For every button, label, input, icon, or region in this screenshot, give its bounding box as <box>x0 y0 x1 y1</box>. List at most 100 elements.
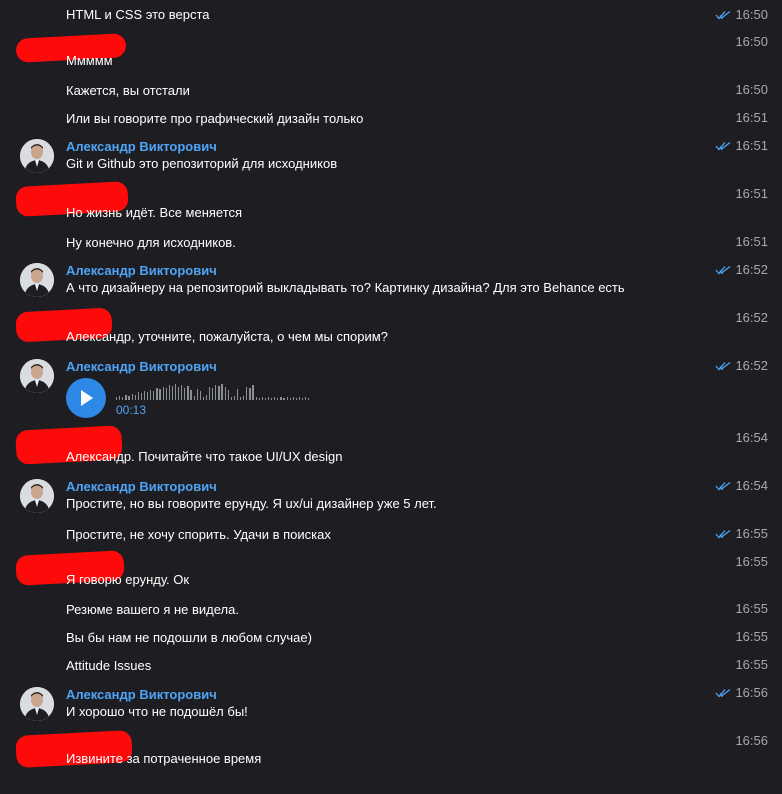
read-checks-icon <box>715 10 731 20</box>
waveform-bar <box>252 385 254 400</box>
message-text: Извините за потраченное время <box>66 751 262 766</box>
message-time: 16:54 <box>735 478 768 493</box>
waveform-bar <box>122 397 124 400</box>
message-text: Простите, но вы говорите ерунду. Я ux/ui… <box>66 496 437 511</box>
waveform-bar <box>209 387 211 400</box>
waveform-bar <box>199 391 201 400</box>
waveform-bar <box>140 393 143 400</box>
waveform-bar <box>156 388 158 400</box>
waveform-bar <box>212 388 214 400</box>
message-text: Git и Github это репозиторий для исходни… <box>66 156 338 171</box>
waveform-bar <box>119 396 121 400</box>
waveform-bar <box>302 398 304 400</box>
sender-name[interactable]: Александр Викторович <box>66 263 217 279</box>
waveform-bar <box>187 386 189 400</box>
waveform-bar <box>289 398 291 400</box>
waveform-bar <box>243 396 245 400</box>
waveform-bar <box>128 396 130 400</box>
waveform-bar <box>205 395 208 400</box>
play-button[interactable] <box>66 378 106 418</box>
avatar[interactable] <box>20 139 54 173</box>
read-checks-icon <box>715 141 731 151</box>
message-time: 16:51 <box>735 138 768 153</box>
avatar[interactable] <box>20 479 54 513</box>
read-checks-icon <box>715 481 731 491</box>
play-icon <box>81 390 93 406</box>
waveform-bar <box>171 386 174 400</box>
user-avatar-icon <box>20 263 54 297</box>
message-time: 16:50 <box>735 7 768 22</box>
waveform-bar <box>174 384 177 400</box>
message-time: 16:56 <box>735 733 768 748</box>
waveform-bar <box>162 387 164 400</box>
waveform-bar <box>168 385 170 400</box>
avatar[interactable] <box>20 359 54 393</box>
waveform-bar <box>178 387 180 400</box>
read-checks-icon <box>715 529 731 539</box>
waveform-bar <box>125 395 127 400</box>
message-meta: 16:50 <box>735 34 768 50</box>
message-text: Александр. Почитайте что такое UI/UX des… <box>66 449 343 464</box>
message-meta: 16:55 <box>735 657 768 673</box>
waveform-bar <box>218 386 220 400</box>
waveform-bar <box>184 388 186 400</box>
avatar[interactable] <box>20 263 54 297</box>
waveform-bar <box>305 397 307 400</box>
message-time: 16:55 <box>735 526 768 541</box>
message-meta: 16:52 <box>735 310 768 326</box>
waveform-bar <box>116 397 118 400</box>
waveform-bar <box>295 398 298 400</box>
message-time: 16:51 <box>735 234 768 249</box>
waveform-bar <box>258 398 260 400</box>
sender-name[interactable]: Александр Викторович <box>66 139 217 155</box>
waveform-bar <box>274 397 276 400</box>
message-meta: 16:51 <box>715 138 768 154</box>
voice-waveform[interactable] <box>116 382 316 400</box>
waveform-bar <box>134 395 136 400</box>
message-time: 16:55 <box>735 657 768 672</box>
waveform-bar <box>181 385 183 400</box>
message-meta: 16:56 <box>735 733 768 749</box>
user-avatar-icon <box>20 479 54 513</box>
message-meta: 16:54 <box>735 430 768 446</box>
message-meta: 16:55 <box>735 601 768 617</box>
message-text: Но жизнь идёт. Все меняется <box>66 205 243 220</box>
message-time: 16:55 <box>735 554 768 569</box>
waveform-bar <box>159 389 161 400</box>
message-text: И хорошо что не подошёл бы! <box>66 704 248 719</box>
waveform-bar <box>255 397 257 400</box>
message-text: Вы бы нам не подошли в любом случае) <box>66 630 312 645</box>
message-time: 16:50 <box>735 34 768 49</box>
waveform-bar <box>308 398 310 400</box>
waveform-bar <box>227 390 229 400</box>
waveform-bar <box>202 397 205 400</box>
message-text: Кажется, вы отстали <box>66 83 190 98</box>
sender-name[interactable]: Александр Викторович <box>66 359 217 375</box>
waveform-bar <box>298 397 301 400</box>
sender-name[interactable]: Александр Викторович <box>66 687 217 703</box>
waveform-bar <box>292 397 294 400</box>
message-text: Или вы говорите про графический дизайн т… <box>66 111 364 126</box>
message-text: Я говорю ерунду. Ок <box>66 572 190 587</box>
waveform-bar <box>131 394 133 400</box>
message-meta: 16:55 <box>715 526 768 542</box>
avatar[interactable] <box>20 687 54 721</box>
message-text: HTML и CSS это верста <box>66 7 210 22</box>
waveform-bar <box>264 398 267 400</box>
waveform-bar <box>230 397 232 400</box>
waveform-bar <box>286 397 288 400</box>
message-time: 16:52 <box>735 262 768 277</box>
waveform-bar <box>221 384 223 400</box>
user-avatar-icon <box>20 139 54 173</box>
waveform-bar <box>153 391 155 400</box>
waveform-bar <box>190 390 192 400</box>
waveform-bar <box>271 398 273 400</box>
message-meta: 16:51 <box>735 234 768 250</box>
sender-name[interactable]: Александр Викторович <box>66 479 217 495</box>
voice-duration: 00:13 <box>116 403 147 417</box>
message-text: Александр, уточните, пожалуйста, о чем м… <box>66 329 388 344</box>
waveform-bar <box>137 392 139 400</box>
waveform-bar <box>233 396 236 400</box>
waveform-bar <box>249 388 251 400</box>
waveform-bar <box>240 397 242 400</box>
